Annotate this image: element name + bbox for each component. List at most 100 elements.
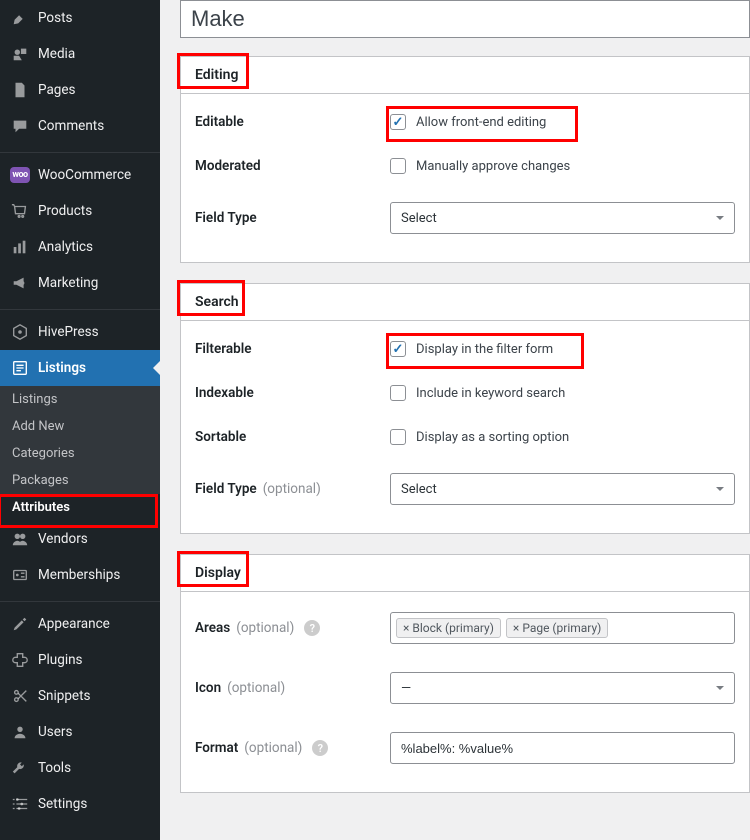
filterable-checkbox[interactable] xyxy=(390,341,406,357)
megaphone-icon xyxy=(10,273,30,293)
sidebar-item-settings[interactable]: Settings xyxy=(0,786,160,822)
display-panel-title: Display xyxy=(195,565,241,581)
sidebar-item-tools[interactable]: Tools xyxy=(0,750,160,786)
sidebar-item-memberships[interactable]: Memberships xyxy=(0,557,160,593)
sidebar-item-label: Settings xyxy=(38,796,87,812)
sidebar-item-plugins[interactable]: Plugins xyxy=(0,642,160,678)
sidebar-item-appearance[interactable]: Appearance xyxy=(0,606,160,642)
sidebar-item-label: Appearance xyxy=(38,616,110,632)
filterable-label: Filterable xyxy=(195,341,390,357)
sidebar-item-comments[interactable]: Comments xyxy=(0,108,160,144)
moderated-field: Moderated Manually approve changes xyxy=(195,144,735,188)
pin-icon xyxy=(10,8,30,28)
optional-text: (optional) xyxy=(263,481,321,497)
sidebar-item-label: Posts xyxy=(38,10,72,26)
scissors-icon xyxy=(10,686,30,706)
sidebar-item-users[interactable]: Users xyxy=(0,714,160,750)
vendors-icon xyxy=(10,529,30,549)
search-field-type-row: Field Type (optional) Select xyxy=(195,459,735,519)
indexable-checkbox[interactable] xyxy=(390,385,406,401)
comment-icon xyxy=(10,116,30,136)
submenu-item-attributes[interactable]: Attributes xyxy=(0,494,160,521)
help-icon[interactable]: ? xyxy=(312,740,328,756)
search-field-type-label: Field Type xyxy=(195,481,257,497)
indexable-label: Indexable xyxy=(195,385,390,401)
submenu-item-add-new[interactable]: Add New xyxy=(0,413,160,440)
sidebar-item-products[interactable]: Products xyxy=(0,193,160,229)
edit-field-type-row: Field Type Select xyxy=(195,188,735,248)
sidebar-item-label: Analytics xyxy=(38,239,93,255)
areas-tags-input[interactable]: × Block (primary) × Page (primary) xyxy=(390,612,735,644)
media-icon xyxy=(10,44,30,64)
tag-block-primary[interactable]: × Block (primary) xyxy=(396,618,501,638)
format-label: Format xyxy=(195,740,238,756)
submenu-item-listings[interactable]: Listings xyxy=(0,386,160,413)
admin-sidebar: Posts Media Pages Comments woo WooC xyxy=(0,0,160,840)
editable-field: Editable Allow front-end editing xyxy=(195,100,735,144)
display-panel: Display Areas (optional) ? × Block (prim… xyxy=(180,554,750,793)
sidebar-item-hivepress[interactable]: HivePress xyxy=(0,314,160,350)
tag-page-primary[interactable]: × Page (primary) xyxy=(506,618,608,638)
sidebar-item-label: Snippets xyxy=(38,688,90,704)
listings-submenu: Listings Add New Categories Packages Att… xyxy=(0,386,160,521)
sortable-checkbox[interactable] xyxy=(390,429,406,445)
sortable-label: Sortable xyxy=(195,429,390,445)
sidebar-item-pages[interactable]: Pages xyxy=(0,72,160,108)
edit-field-type-select[interactable]: Select xyxy=(390,202,735,234)
editable-label: Editable xyxy=(195,114,390,130)
listings-icon xyxy=(10,358,30,378)
product-icon xyxy=(10,201,30,221)
icon-select[interactable]: — xyxy=(390,672,735,704)
sidebar-item-label: Plugins xyxy=(38,652,83,668)
analytics-icon xyxy=(10,237,30,257)
submenu-item-packages[interactable]: Packages xyxy=(0,467,160,494)
filterable-checkbox-label: Display in the filter form xyxy=(416,342,553,357)
main-content: Editing Editable Allow front-end editing… xyxy=(160,0,750,840)
sidebar-item-label: Marketing xyxy=(38,275,98,291)
sortable-field: Sortable Display as a sorting option xyxy=(195,415,735,459)
sidebar-item-marketing[interactable]: Marketing xyxy=(0,265,160,301)
settings-icon xyxy=(10,794,30,814)
editing-panel: Editing Editable Allow front-end editing… xyxy=(180,56,750,263)
attribute-title-input[interactable] xyxy=(180,0,750,38)
help-icon[interactable]: ? xyxy=(304,620,320,636)
search-panel: Search Filterable Display in the filter … xyxy=(180,283,750,534)
editable-checkbox[interactable] xyxy=(390,114,406,130)
optional-text: (optional) xyxy=(227,680,285,696)
sidebar-item-snippets[interactable]: Snippets xyxy=(0,678,160,714)
sidebar-item-label: Products xyxy=(38,203,92,219)
areas-label: Areas xyxy=(195,620,230,636)
hivepress-icon xyxy=(10,322,30,342)
indexable-checkbox-label: Include in keyword search xyxy=(416,386,565,401)
editable-checkbox-label: Allow front-end editing xyxy=(416,115,546,130)
areas-field: Areas (optional) ? × Block (primary) × P… xyxy=(195,598,735,658)
sidebar-item-label: Listings xyxy=(38,360,86,376)
editing-panel-title: Editing xyxy=(195,67,238,83)
sidebar-item-listings[interactable]: Listings xyxy=(0,350,160,386)
submenu-item-categories[interactable]: Categories xyxy=(0,440,160,467)
optional-text: (optional) xyxy=(236,620,294,636)
sidebar-item-label: Users xyxy=(38,724,72,740)
sidebar-item-analytics[interactable]: Analytics xyxy=(0,229,160,265)
sidebar-item-label: Media xyxy=(38,46,75,62)
woocommerce-icon: woo xyxy=(10,165,30,185)
moderated-checkbox[interactable] xyxy=(390,158,406,174)
sidebar-item-label: WooCommerce xyxy=(38,167,131,183)
sidebar-item-label: Vendors xyxy=(38,531,88,547)
sidebar-item-vendors[interactable]: Vendors xyxy=(0,521,160,557)
sidebar-item-label: Comments xyxy=(38,118,104,134)
sidebar-item-media[interactable]: Media xyxy=(0,36,160,72)
edit-field-type-label: Field Type xyxy=(195,210,390,226)
sidebar-item-woocommerce[interactable]: woo WooCommerce xyxy=(0,157,160,193)
plugin-icon xyxy=(10,650,30,670)
sortable-checkbox-label: Display as a sorting option xyxy=(416,430,569,445)
moderated-checkbox-label: Manually approve changes xyxy=(416,159,570,174)
sidebar-item-label: Pages xyxy=(38,82,76,98)
format-field: Format (optional) ? xyxy=(195,718,735,778)
icon-field: Icon (optional) — xyxy=(195,658,735,718)
sidebar-item-label: HivePress xyxy=(38,324,99,340)
format-input[interactable] xyxy=(390,732,735,764)
search-field-type-select[interactable]: Select xyxy=(390,473,735,505)
sidebar-item-posts[interactable]: Posts xyxy=(0,0,160,36)
memberships-icon xyxy=(10,565,30,585)
